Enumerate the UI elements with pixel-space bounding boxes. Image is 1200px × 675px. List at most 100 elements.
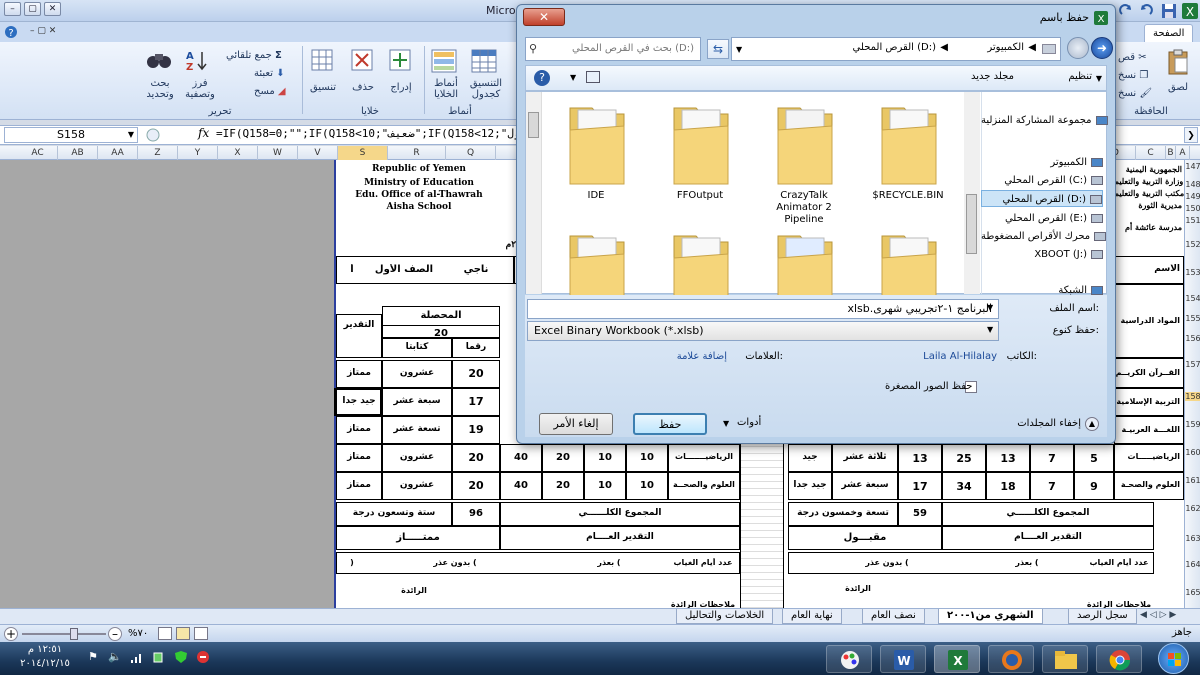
format-button[interactable]: تنسيق — [306, 82, 340, 93]
network-icon[interactable] — [130, 650, 144, 664]
delete-button[interactable]: حذف — [346, 82, 380, 93]
normal-view-icon[interactable] — [158, 627, 172, 640]
new-folder-button[interactable]: مجلد جديد — [971, 71, 1014, 82]
column-header[interactable]: AB — [58, 146, 98, 160]
row-header[interactable]: 147 — [1185, 162, 1200, 171]
selected-cell[interactable] — [334, 388, 382, 416]
antivirus-icon[interactable] — [196, 650, 210, 664]
help-icon[interactable]: ? — [4, 25, 18, 39]
close-window-button[interactable]: ✕ — [44, 2, 61, 16]
breadcrumb-dropdown-icon[interactable]: ▼ — [736, 45, 742, 54]
nav-item[interactable]: القرص المحلي (D:) — [981, 190, 1103, 207]
nav-item[interactable]: XBOOT (J:) — [981, 246, 1103, 263]
hide-folders-button[interactable]: إخفاء المجلدات — [1017, 418, 1081, 429]
organize-button[interactable]: تنظيم — [1068, 71, 1092, 82]
taskbar-excel[interactable]: X — [934, 645, 980, 673]
save-button[interactable]: حفظ — [633, 413, 707, 435]
restore-button[interactable]: ▢ — [24, 2, 41, 16]
help-icon[interactable]: ? — [534, 70, 550, 86]
nav-item[interactable]: محرك الأقراص المضغوطة — [981, 228, 1107, 245]
taskbar-paint[interactable] — [826, 645, 872, 673]
column-header[interactable]: AC — [18, 146, 58, 160]
row-header[interactable]: 152 — [1185, 240, 1200, 249]
row-header[interactable]: 156 — [1185, 334, 1200, 343]
zoom-slider-track[interactable] — [22, 633, 106, 635]
zoom-level[interactable]: %٧٠ — [128, 628, 148, 639]
column-header[interactable]: Y — [178, 146, 218, 160]
filename-dropdown-icon[interactable]: ▼ — [987, 303, 993, 312]
fill-button[interactable]: تعبئة ⬇ — [254, 68, 285, 79]
column-header[interactable]: W — [258, 146, 298, 160]
row-header[interactable]: 151 — [1185, 216, 1200, 225]
folder-item[interactable]: $RECYCLE.BIN — [860, 100, 956, 220]
filename-input[interactable]: البرنامج ١-٢تجريبي شهرى.xlsb — [527, 299, 999, 319]
row-header[interactable]: 148 — [1185, 180, 1200, 189]
page-layout-icon[interactable] — [176, 627, 190, 640]
page-break-icon[interactable] — [194, 627, 208, 640]
view-icon[interactable] — [586, 71, 600, 83]
sheet-tab[interactable]: سجل الرصد — [1068, 609, 1137, 624]
start-button[interactable] — [1158, 643, 1189, 674]
row-header[interactable]: 158 — [1185, 392, 1200, 401]
zoom-in-button[interactable]: + — [4, 627, 18, 641]
folder-item[interactable]: CrazyTalk Animator 2 Pipeline — [756, 100, 852, 225]
view-dropdown-icon[interactable]: ▼ — [570, 73, 576, 82]
cell-styles-button[interactable]: أنماط الخلايا — [428, 78, 464, 100]
row-header[interactable]: 150 — [1185, 204, 1200, 213]
row-header[interactable]: 159 — [1185, 420, 1200, 429]
paste-button[interactable]: لصق — [1162, 82, 1194, 93]
search-input[interactable]: بحث في القرص المحلي (D:) — [525, 37, 701, 61]
column-header[interactable]: B — [1166, 146, 1176, 160]
expand-formula-icon[interactable]: ❯ — [1184, 127, 1198, 143]
column-header[interactable]: AA — [98, 146, 138, 160]
volume-icon[interactable]: 🔈 — [108, 650, 122, 663]
breadcrumb-drive[interactable]: القرص المحلي (D:) — [853, 42, 936, 53]
row-header[interactable]: 154 — [1185, 294, 1200, 303]
clock-date[interactable]: ٢٠١٤/١٢/١٥ — [10, 658, 80, 669]
taskbar-word[interactable]: W — [880, 645, 926, 673]
hide-folders-icon[interactable]: ▲ — [1085, 417, 1099, 431]
nav-item[interactable]: القرص المحلي (C:) — [981, 172, 1103, 189]
back-button[interactable]: ➜ — [1091, 37, 1113, 59]
nav-item[interactable]: الكمبيوتر — [981, 154, 1103, 171]
clock-time[interactable]: ١٢:٥١ م — [10, 644, 80, 655]
format-as-table-button[interactable]: التنسيق كجدول — [466, 78, 506, 100]
row-header[interactable]: 162 — [1185, 504, 1200, 513]
column-header[interactable]: R — [388, 146, 446, 160]
cancel-formula-icon[interactable] — [146, 128, 160, 142]
tab-home[interactable]: الصفحة — [1144, 24, 1194, 42]
sheet-nav-arrows[interactable]: ◀ ◁ ▷ ▶ — [1140, 610, 1176, 620]
chevron-down-icon[interactable]: ▼ — [128, 128, 134, 142]
row-header[interactable]: 157 — [1185, 360, 1200, 369]
taskbar-chrome[interactable] — [1096, 645, 1142, 673]
zoom-slider-thumb[interactable] — [70, 628, 78, 640]
row-header[interactable]: 165 — [1185, 588, 1200, 597]
nav-item[interactable]: القرص المحلي (E:) — [981, 210, 1103, 227]
insert-function-icon[interactable]: fx — [198, 126, 209, 140]
minimize-button[interactable]: – — [4, 2, 21, 16]
row-header[interactable]: 149 — [1185, 192, 1200, 201]
organize-dropdown-icon[interactable]: ▼ — [1096, 74, 1102, 83]
nav-scrollbar[interactable] — [964, 92, 980, 294]
undo-icon[interactable] — [1138, 3, 1154, 19]
sheet-tab[interactable]: نصف العام — [862, 609, 925, 624]
shield-icon[interactable] — [174, 650, 188, 664]
sheet-tab[interactable]: الخلاصات والتحاليل — [676, 609, 774, 624]
column-header[interactable]: A — [1176, 146, 1190, 160]
row-header[interactable]: 163 — [1185, 534, 1200, 543]
column-header[interactable]: X — [218, 146, 258, 160]
ribbon-window-controls[interactable]: – ▢ ✕ — [30, 26, 56, 36]
format-painter-button[interactable]: نسخ 🖌 — [1118, 88, 1152, 99]
sheet-tab[interactable]: الشهري من١-٢٠٠ — [938, 609, 1043, 624]
refresh-icon[interactable]: ⇆ — [707, 39, 729, 59]
autosum-button[interactable]: جمع تلقائي Σ — [226, 50, 282, 61]
tags-value[interactable]: إضافة علامة — [677, 351, 727, 362]
sheet-tab[interactable]: نهاية العام — [782, 609, 842, 624]
taskbar-explorer[interactable] — [1042, 645, 1088, 673]
nav-item[interactable]: مجموعة المشاركة المنزلية — [981, 112, 1108, 129]
nav-scrollbar-thumb[interactable] — [966, 194, 977, 254]
row-header[interactable]: 161 — [1185, 476, 1200, 485]
filetype-select[interactable]: Excel Binary Workbook (*.xlsb) — [527, 321, 999, 341]
breadcrumb[interactable]: ▼ القرص المحلي (D:) ◀ الكمبيوتر ◀ — [731, 37, 1061, 61]
find-select-button[interactable]: بحث وتحديد — [140, 78, 180, 100]
